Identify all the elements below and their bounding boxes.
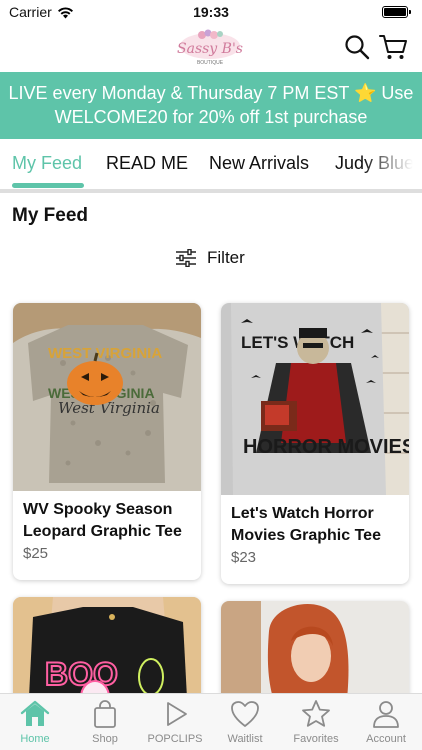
cart-button[interactable] — [378, 32, 408, 62]
tab-scroll-fade — [362, 139, 422, 189]
carrier-label: Carrier — [9, 4, 52, 20]
star-icon — [302, 700, 330, 727]
bottom-tab-bar: Home Shop POPCLIPS Waitlist Favorites Ac… — [0, 693, 422, 750]
product-image: WEST VIRGINIA WEST VIRGINIA West Virgini… — [13, 303, 201, 491]
play-icon — [167, 702, 187, 726]
page-title: My Feed — [12, 205, 89, 226]
person-icon — [373, 701, 399, 728]
filter-label: Filter — [207, 248, 245, 267]
tabbar-account[interactable]: Account — [351, 698, 421, 745]
tabbar-favorites[interactable]: Favorites — [281, 698, 351, 745]
promo-banner[interactable]: LIVE every Monday & Thursday 7 PM EST ⭐ … — [0, 72, 422, 139]
product-title: WV Spooky Season Leopard Graphic Tee — [23, 501, 182, 540]
tabbar-label: Favorites — [293, 733, 339, 745]
product-image-caption-bottom: HORROR MOVIES — [243, 436, 409, 458]
app-header: Sassy B's BOUTIQUE — [0, 24, 422, 72]
search-button[interactable] — [342, 32, 372, 62]
product-image: LET'S WATCH HORROR MOVIES — [221, 303, 409, 495]
status-bar: Carrier 19:33 — [0, 0, 422, 24]
product-price: $25 — [23, 545, 49, 562]
tabbar-popclips[interactable]: POPCLIPS — [140, 698, 210, 745]
shopping-bag-icon — [94, 700, 116, 728]
home-icon — [20, 700, 50, 726]
svg-text:WEST VIRGINIA: WEST VIRGINIA — [48, 345, 162, 362]
tab-new-arrivals[interactable]: New Arrivals — [209, 153, 309, 174]
clock: 19:33 — [193, 4, 229, 20]
filter-button[interactable]: Filter — [175, 248, 245, 268]
product-image-caption: BOO — [45, 656, 118, 692]
search-icon — [345, 35, 370, 60]
tabbar-home[interactable]: Home — [0, 698, 70, 745]
tabbar-label: Waitlist — [227, 733, 263, 745]
product-card[interactable]: WEST VIRGINIA WEST VIRGINIA West Virgini… — [13, 303, 201, 580]
product-title: Let's Watch Horror Movies Graphic Tee — [231, 505, 381, 544]
tab-my-feed[interactable]: My Feed — [12, 153, 82, 174]
wifi-icon — [57, 6, 73, 18]
heart-icon — [231, 701, 259, 727]
product-card[interactable]: LET'S WATCH HORROR MOVIES Let's Watch Ho… — [221, 303, 409, 584]
category-tabs: My Feed READ ME New Arrivals Judy Blue — [0, 139, 422, 193]
carrier-info: Carrier — [9, 4, 74, 20]
battery-icon — [382, 6, 411, 18]
svg-text:Sassy B's: Sassy B's — [177, 41, 243, 57]
svg-text:BOUTIQUE: BOUTIQUE — [197, 60, 224, 66]
brand-logo[interactable]: Sassy B's BOUTIQUE — [172, 26, 248, 70]
tabbar-waitlist[interactable]: Waitlist — [210, 698, 280, 745]
promo-line-2: WELCOME20 for 20% off 1st purchase — [54, 107, 368, 127]
tabbar-label: POPCLIPS — [147, 733, 203, 745]
tabbar-label: Account — [366, 733, 406, 745]
tabbar-shop[interactable]: Shop — [70, 698, 140, 745]
tabbar-label: Home — [20, 733, 50, 745]
cart-icon — [379, 35, 407, 59]
promo-line-1: LIVE every Monday & Thursday 7 PM EST ⭐ … — [8, 83, 414, 103]
tabbar-label: Shop — [92, 733, 118, 745]
product-price: $23 — [231, 549, 257, 566]
sliders-icon — [176, 249, 196, 267]
tab-read-me[interactable]: READ ME — [106, 153, 188, 174]
active-tab-indicator — [12, 183, 84, 188]
